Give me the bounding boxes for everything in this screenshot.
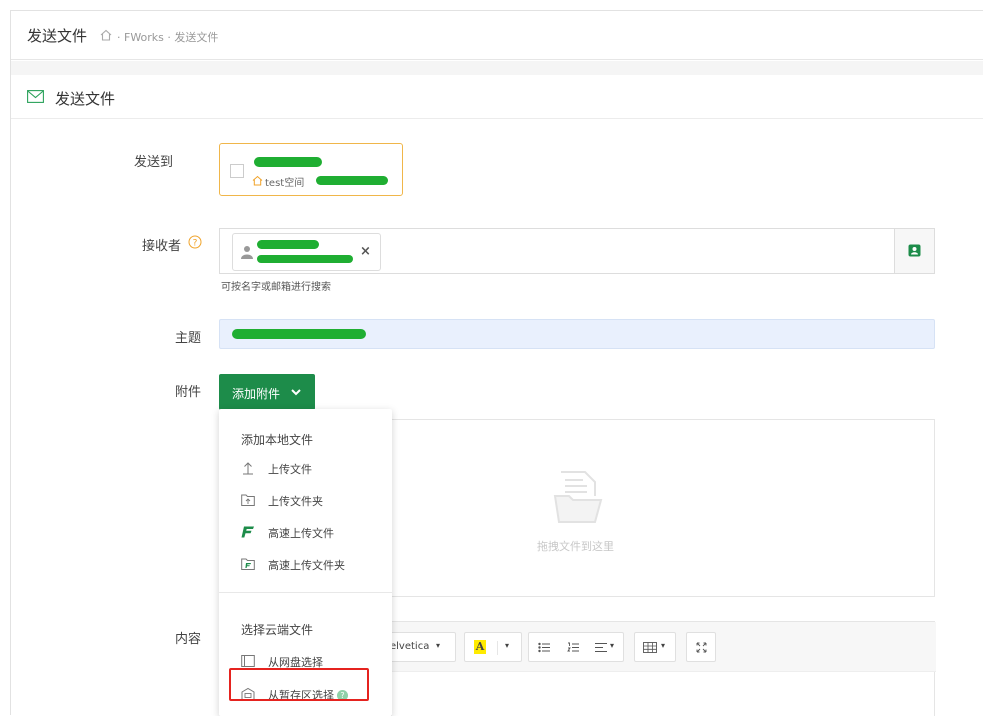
upload-folder-icon [241,494,255,506]
menu-item-fast-upload-file[interactable]: 高速上传文件 [241,523,381,543]
redacted-subject-text [232,329,366,339]
receiver-label: 接收者 [141,239,181,254]
space-home-icon [252,175,263,186]
font-color-button[interactable]: A ▾ [464,632,522,662]
redacted-space-owner [254,157,322,167]
send-to-box[interactable]: test空间 [219,143,403,196]
add-attachment-dropdown: 添加本地文件 上传文件 上传文件夹 高速上传文件 高速上传文件夹 选择云端文件 … [219,409,392,716]
contact-book-button[interactable] [894,229,934,273]
add-attachment-button[interactable]: 添加附件 [219,374,315,410]
question-circle-icon[interactable]: ? [188,235,202,249]
local-files-heading: 添加本地文件 [241,433,314,447]
redacted-receiver-name [257,240,319,249]
panel-header: 发送文件 [11,75,983,119]
content-label: 内容 [174,632,201,647]
numbered-list-icon[interactable] [567,642,579,653]
font-color-icon: A [474,640,486,654]
receiver-hint: 可按名字或邮箱进行搜索 [221,282,331,293]
add-attachment-label: 添加附件 [232,387,281,401]
attachment-label: 附件 [174,385,201,400]
font-family-value: elvetica [390,641,430,652]
svg-text:?: ? [193,239,198,249]
content-editor[interactable]: elvetica ▾ A ▾ ▾ ▾ [390,621,936,716]
font-family-select[interactable]: elvetica ▾ [390,632,456,662]
menu-item-fast-upload-folder[interactable]: 高速上传文件夹 [241,555,381,575]
align-icon[interactable] [595,642,607,653]
cloud-files-heading: 选择云端文件 [241,623,314,637]
fast-upload-icon [241,526,254,538]
breadcrumb-fworks[interactable]: FWorks [124,31,164,44]
upload-icon [243,462,253,475]
section-gap [11,61,983,75]
breadcrumb: · FWorks · 发送文件 [117,31,219,44]
fast-upload-folder-icon [241,558,255,570]
redacted-space-id [316,176,388,185]
bullet-list-icon[interactable] [538,642,550,653]
fullscreen-icon [696,642,707,653]
menu-divider [219,592,392,593]
mail-icon [27,90,44,103]
file-drop-icon [553,471,603,523]
page-title: 发送文件 [27,27,88,45]
contact-book-icon [908,244,921,257]
menu-item-label: 上传文件 [268,463,312,476]
subject-input[interactable] [219,319,935,349]
home-icon[interactable] [99,28,113,42]
send-to-label: 发送到 [133,155,173,170]
menu-item-label: 高速上传文件夹 [268,559,345,572]
user-icon [241,246,253,259]
highlight-box [229,668,369,701]
receiver-field[interactable]: × [219,228,935,274]
fullscreen-button[interactable] [686,632,716,662]
chevron-down-icon [291,389,301,396]
menu-item-upload-file[interactable]: 上传文件 [241,459,381,479]
drop-zone-text: 拖拽文件到这里 [537,540,614,553]
editor-toolbar: elvetica ▾ A ▾ ▾ ▾ [390,622,936,672]
file-drop-zone[interactable]: 拖拽文件到这里 [391,419,935,597]
remove-receiver-button[interactable]: × [360,244,371,259]
list-align-group: ▾ [528,632,624,662]
panel-title: 发送文件 [55,90,116,108]
menu-item-label: 上传文件夹 [268,495,323,508]
table-button[interactable]: ▾ [634,632,676,662]
netdisk-icon [241,655,255,667]
menu-item-label: 高速上传文件 [268,527,334,540]
menu-item-upload-folder[interactable]: 上传文件夹 [241,491,381,511]
breadcrumb-bar: 发送文件 · FWorks · 发送文件 [11,11,983,60]
receiver-chip: × [232,233,381,271]
table-icon [643,642,657,653]
subject-label: 主题 [174,331,201,346]
breadcrumb-send-file[interactable]: 发送文件 [174,31,218,44]
send-to-checkbox[interactable] [230,164,244,178]
app-frame: 发送文件 · FWorks · 发送文件 发送文件 发送到 test空间 接收者 [10,10,983,716]
redacted-receiver-email [257,255,353,263]
space-name: test空间 [265,178,305,189]
